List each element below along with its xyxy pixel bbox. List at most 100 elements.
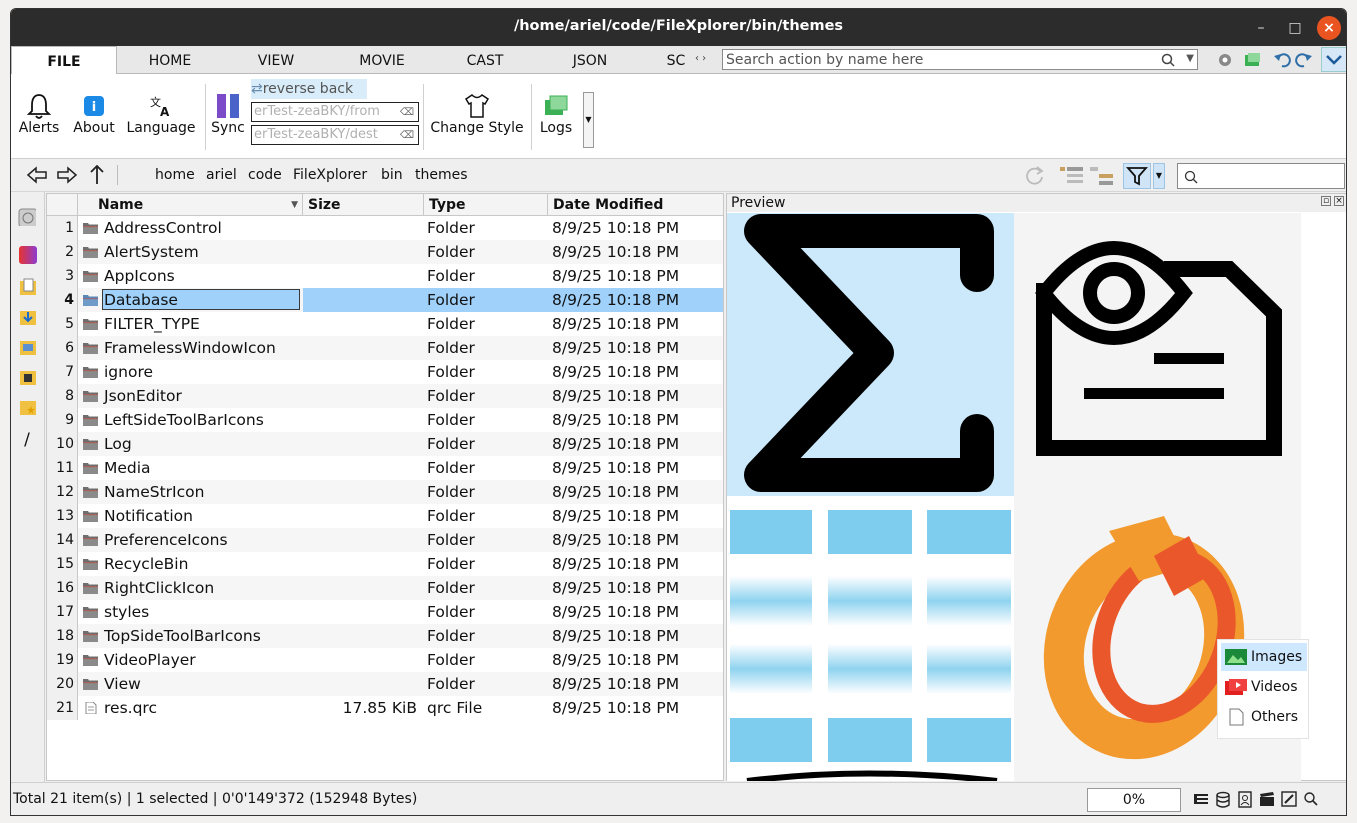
table-row[interactable]: 5 FILTER_TYPE Folder 8/9/25 10:18 PM: [47, 312, 723, 336]
downloads-folder-icon[interactable]: [19, 308, 37, 326]
search-icon[interactable]: [1303, 791, 1319, 807]
disk-icon[interactable]: [18, 208, 36, 226]
table-row[interactable]: 21 res.qrc 17.85 KiB qrc File 8/9/25 10:18 P…: [47, 696, 723, 720]
table-row[interactable]: 10 Log Folder 8/9/25 10:18 PM: [47, 432, 723, 456]
type-column-header[interactable]: Type: [424, 194, 548, 216]
tab-file[interactable]: FILE: [11, 46, 117, 75]
tab-view[interactable]: VIEW: [223, 46, 329, 74]
breadcrumb-themes[interactable]: themes: [415, 167, 468, 183]
float-panel-button[interactable]: ▫: [1321, 196, 1331, 206]
desktop-folder-icon[interactable]: [19, 338, 37, 356]
browser-icon[interactable]: [1217, 52, 1233, 68]
minimize-button[interactable]: –: [1249, 16, 1273, 40]
tab-home[interactable]: HOME: [117, 46, 223, 74]
table-row[interactable]: 4 Database Folder 8/9/25 10:18 PM: [47, 288, 723, 312]
folder-icon: [83, 439, 98, 450]
file-date: 8/9/25 10:18 PM: [552, 411, 680, 429]
close-button[interactable]: ×: [1317, 16, 1341, 40]
clear-icon[interactable]: ⌫: [399, 105, 414, 121]
folder-icon: [83, 343, 98, 354]
file-date: 8/9/25 10:18 PM: [552, 699, 680, 717]
size-column-header[interactable]: Size: [303, 194, 424, 216]
maximize-button[interactable]: □: [1283, 16, 1307, 40]
tab-cast[interactable]: CAST: [435, 46, 535, 74]
reverse-back-button[interactable]: ⇄reverse back: [251, 79, 367, 99]
up-arrow-icon[interactable]: [89, 165, 105, 185]
breadcrumb-ariel[interactable]: ariel: [206, 167, 237, 183]
table-row[interactable]: 14 PreferenceIcons Folder 8/9/25 10:18 PM: [47, 528, 723, 552]
date-column-header[interactable]: Date Modified: [548, 194, 725, 216]
zoom-field[interactable]: 0%: [1087, 788, 1181, 812]
change-style-button[interactable]: Change Style: [429, 92, 525, 136]
dropdown-arrow-icon[interactable]: ▼: [1186, 50, 1194, 68]
filter-search-input[interactable]: [1177, 163, 1345, 189]
tree-view-icon[interactable]: [1089, 165, 1115, 187]
table-row[interactable]: 19 VideoPlayer Folder 8/9/25 10:18 PM: [47, 648, 723, 672]
root-slash-icon[interactable]: /: [18, 430, 36, 450]
about-button[interactable]: i About: [69, 92, 119, 136]
tab-json[interactable]: JSON: [535, 46, 645, 74]
filter-dropdown[interactable]: ▼: [1153, 163, 1165, 189]
cast-icon[interactable]: [1237, 791, 1253, 809]
edit-icon[interactable]: [1281, 791, 1297, 807]
table-row[interactable]: 18 TopSideToolBarIcons Folder 8/9/25 10:18 …: [47, 624, 723, 648]
refresh-icon[interactable]: [1023, 165, 1045, 187]
alerts-button[interactable]: Alerts: [17, 92, 61, 136]
grid-image[interactable]: [727, 496, 1014, 781]
documents-folder-icon[interactable]: [19, 278, 37, 296]
clapper-icon[interactable]: [1259, 791, 1275, 807]
name-column-header[interactable]: Name ▼: [78, 194, 303, 216]
list-view-icon[interactable]: [1059, 165, 1085, 187]
table-row[interactable]: 17 styles Folder 8/9/25 10:18 PM: [47, 600, 723, 624]
legend-images[interactable]: Images: [1221, 643, 1307, 671]
ribbon-separator: [531, 84, 532, 150]
videos-folder-icon[interactable]: [19, 368, 37, 386]
redo-icon[interactable]: [1295, 51, 1313, 69]
tab-sc[interactable]: SC: [661, 46, 691, 74]
ribbon-more-button[interactable]: ▼: [583, 92, 594, 148]
legend-others[interactable]: Others: [1221, 703, 1307, 731]
undo-icon[interactable]: [1273, 51, 1291, 69]
sigma-image[interactable]: [727, 213, 1014, 496]
table-row[interactable]: 7 ignore Folder 8/9/25 10:18 PM: [47, 360, 723, 384]
table-row[interactable]: 16 RightClickIcon Folder 8/9/25 10:18 PM: [47, 576, 723, 600]
table-row[interactable]: 20 View Folder 8/9/25 10:18 PM: [47, 672, 723, 696]
eye-document-image[interactable]: [1014, 213, 1301, 496]
close-panel-button[interactable]: ×: [1334, 196, 1344, 206]
breadcrumb-code[interactable]: code: [248, 167, 282, 183]
table-body: 1 AddressControl Folder 8/9/25 10:18 PM 2 Ale…: [47, 216, 723, 720]
table-row[interactable]: 12 NameStrIcon Folder 8/9/25 10:18 PM: [47, 480, 723, 504]
app-gradient-icon[interactable]: [19, 246, 37, 264]
details-view-icon[interactable]: [1193, 792, 1209, 808]
forward-arrow-icon[interactable]: [57, 166, 77, 184]
table-row[interactable]: 2 AlertSystem Folder 8/9/25 10:18 PM: [47, 240, 723, 264]
search-action-input[interactable]: Search action by name here ▼: [722, 49, 1198, 70]
clear-icon[interactable]: ⌫: [399, 128, 414, 144]
filter-button[interactable]: [1123, 163, 1151, 189]
database-icon[interactable]: [1215, 791, 1231, 809]
table-row[interactable]: 8 JsonEditor Folder 8/9/25 10:18 PM: [47, 384, 723, 408]
table-row[interactable]: 13 Notification Folder 8/9/25 10:18 PM: [47, 504, 723, 528]
tab-scroll-arrows[interactable]: ‹ ›: [695, 53, 717, 69]
sync-button[interactable]: Sync: [209, 92, 247, 136]
from-path-field[interactable]: erTest-zeaBKY/from ⌫: [251, 102, 419, 122]
table-row[interactable]: 9 LeftSideToolBarIcons Folder 8/9/25 10:18 …: [47, 408, 723, 432]
dest-path-field[interactable]: erTest-zeaBKY/dest ⌫: [251, 125, 419, 145]
table-row[interactable]: 15 RecycleBin Folder 8/9/25 10:18 PM: [47, 552, 723, 576]
breadcrumb-home[interactable]: home: [155, 167, 195, 183]
breadcrumb-bin[interactable]: bin: [381, 167, 403, 183]
tab-movie[interactable]: MOVIE: [329, 46, 435, 74]
table-row[interactable]: 1 AddressControl Folder 8/9/25 10:18 PM: [47, 216, 723, 240]
logs-button[interactable]: Logs: [535, 92, 577, 136]
collapse-ribbon-button[interactable]: [1321, 47, 1346, 72]
breadcrumb-filexplorer[interactable]: FileXplorer: [293, 167, 367, 183]
table-row[interactable]: 11 Media Folder 8/9/25 10:18 PM: [47, 456, 723, 480]
starred-folder-icon[interactable]: [19, 398, 37, 416]
movie-green-icon[interactable]: [1244, 52, 1262, 68]
row-number: 3: [47, 264, 78, 288]
back-arrow-icon[interactable]: [27, 166, 47, 184]
legend-videos[interactable]: Videos: [1221, 673, 1307, 701]
language-button[interactable]: 文A Language: [125, 92, 197, 136]
table-row[interactable]: 3 AppIcons Folder 8/9/25 10:18 PM: [47, 264, 723, 288]
table-row[interactable]: 6 FramelessWindowIcon Folder 8/9/25 10:18 P…: [47, 336, 723, 360]
